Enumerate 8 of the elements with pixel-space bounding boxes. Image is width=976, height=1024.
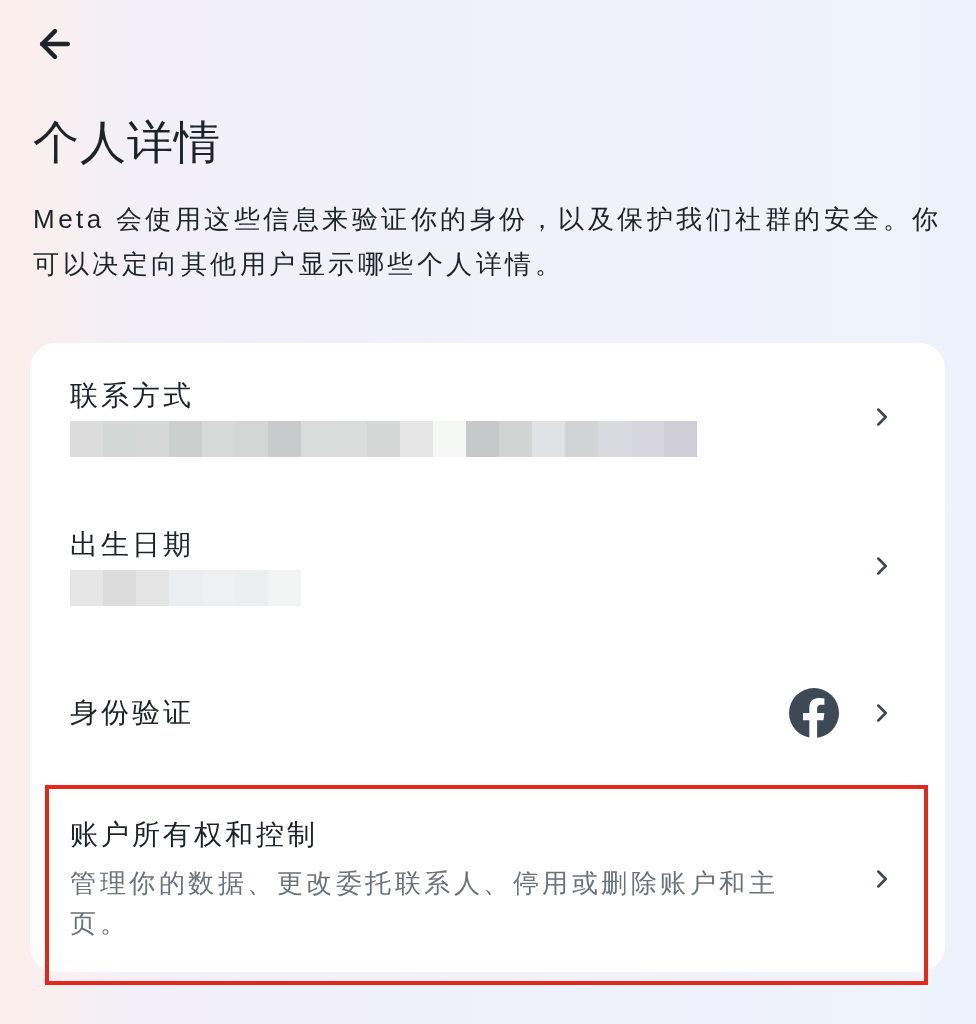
row-label: 联系方式 <box>70 379 194 413</box>
row-description: 管理你的数据、更改委托联系人、停用或删除账户和主页。 <box>70 866 779 940</box>
page-title: 个人详情 <box>33 115 221 170</box>
row-label: 账户所有权和控制 <box>70 817 318 852</box>
row-label: 身份验证 <box>70 697 194 728</box>
facebook-icon <box>789 688 839 738</box>
row-label: 出生日期 <box>70 528 194 562</box>
page-description: Meta 会使用这些信息来验证你的身份，以及保护我们社群的安全。你可以决定向其他用户显示哪些个人详情。 <box>33 203 943 281</box>
